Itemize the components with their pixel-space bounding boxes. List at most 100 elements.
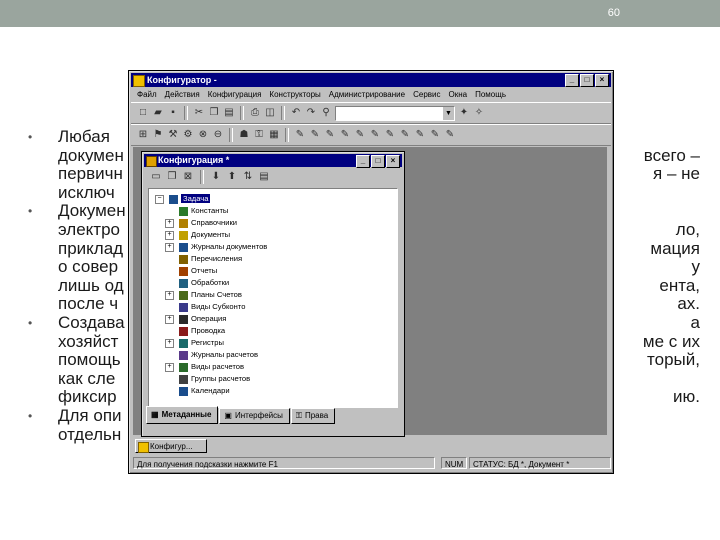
tool-icon-2[interactable]: ✎ <box>309 129 321 141</box>
tree-expand-toggle[interactable]: − <box>155 195 164 204</box>
menu-service[interactable]: Сервис <box>413 88 440 101</box>
tree-item[interactable]: Перечисления <box>179 253 242 265</box>
tree-root[interactable]: Задача <box>169 193 211 205</box>
taskbar-configuration-button[interactable]: Конфигур... <box>135 439 207 453</box>
tree-item[interactable]: Журналы расчетов <box>179 349 258 361</box>
status-num: NUM <box>441 457 467 469</box>
tool-icon-3[interactable]: ✎ <box>324 129 336 141</box>
menu-help[interactable]: Помощь <box>475 88 506 101</box>
tool-icon-7[interactable]: ✎ <box>384 129 396 141</box>
tree-node-icon <box>179 254 188 264</box>
tree-node-icon <box>179 290 188 300</box>
move-down-icon[interactable]: ⬇ <box>210 171 222 183</box>
tool-icon-8[interactable]: ✎ <box>399 129 411 141</box>
stop-icon[interactable]: ⊗ <box>197 129 209 141</box>
tree-expand-toggle[interactable]: + <box>165 291 174 300</box>
main-toolbar: □ ▰ ▪ ✂ ❐ ▤ ⎙ ◫ ↶ ↷ ⚲ ▼ ✦ ✧ <box>131 102 611 124</box>
menu-designers[interactable]: Конструкторы <box>269 88 320 101</box>
undo-icon[interactable]: ↶ <box>290 107 302 119</box>
print-icon[interactable]: ⎙ <box>249 107 261 119</box>
tool-icon-5[interactable]: ✎ <box>354 129 366 141</box>
tree-item[interactable]: Виды расчетов <box>179 361 244 373</box>
tree-node-icon <box>179 362 188 372</box>
tree-item[interactable]: Обработки <box>179 277 229 289</box>
move-up-icon[interactable]: ⬆ <box>226 171 238 183</box>
preview-icon[interactable]: ◫ <box>264 107 276 119</box>
open-folder-icon[interactable]: ▰ <box>152 107 164 119</box>
tool-icon-11[interactable]: ✎ <box>444 129 456 141</box>
tree-expand-toggle[interactable]: + <box>165 219 174 228</box>
tab-metadata[interactable]: ▦ Метаданные <box>146 406 219 424</box>
tool-icon-9[interactable]: ✎ <box>414 129 426 141</box>
paste-icon[interactable]: ▤ <box>223 107 235 119</box>
copy-item-icon[interactable]: ❐ <box>166 171 178 183</box>
interface-icon[interactable]: ▦ <box>268 129 280 141</box>
tool-icon-6[interactable]: ✎ <box>369 129 381 141</box>
tab-rights[interactable]: ⚿ Права <box>290 408 336 424</box>
tree-item[interactable]: Виды Субконто <box>179 301 245 313</box>
tree-icon[interactable]: ⊞ <box>137 129 149 141</box>
search-prev-icon[interactable]: ✧ <box>473 107 485 119</box>
tree-item[interactable]: Документы <box>179 229 230 241</box>
tab-interfaces[interactable]: ▣ Интерфейсы <box>219 408 290 424</box>
tree-node-label: Группы расчетов <box>191 374 251 383</box>
search-combobox[interactable]: ▼ <box>335 105 455 121</box>
menu-administration[interactable]: Администрирование <box>329 88 405 101</box>
tree-item[interactable]: Регистры <box>179 337 224 349</box>
tree-expand-toggle[interactable]: + <box>165 339 174 348</box>
delete-item-icon[interactable]: ⊠ <box>182 171 194 183</box>
metadata-tab-icon: ▦ <box>151 410 159 419</box>
tree-item[interactable]: Отчеты <box>179 265 217 277</box>
minimize-button[interactable]: _ <box>565 74 579 87</box>
menu-file[interactable]: Файл <box>137 88 157 101</box>
new-file-icon[interactable]: □ <box>137 107 149 119</box>
maximize-button[interactable]: □ <box>580 74 594 87</box>
tree-item[interactable]: Операция <box>179 313 226 325</box>
properties-icon[interactable]: ▤ <box>258 171 270 183</box>
config-icon[interactable]: ⚑ <box>152 129 164 141</box>
inner-maximize-button[interactable]: □ <box>371 155 385 168</box>
tool-icon-4[interactable]: ✎ <box>339 129 351 141</box>
status-hint: Для получения подсказки нажмите F1 <box>133 457 435 469</box>
module-icon[interactable]: ⚒ <box>167 129 179 141</box>
check-icon[interactable]: ⊖ <box>212 129 224 141</box>
cut-icon[interactable]: ✂ <box>193 107 205 119</box>
tree-item[interactable]: Группы расчетов <box>179 373 250 385</box>
search-next-icon[interactable]: ✦ <box>458 107 470 119</box>
tree-item[interactable]: Справочники <box>179 217 237 229</box>
chevron-down-icon[interactable]: ▼ <box>443 106 454 120</box>
tree-item[interactable]: Журналы документов <box>179 241 267 253</box>
debug-icon[interactable]: ⚙ <box>182 129 194 141</box>
inner-close-button[interactable]: × <box>386 155 400 168</box>
menu-configuration[interactable]: Конфигурация <box>208 88 262 101</box>
window-titlebar[interactable]: Конфигуратор - _ □ × <box>131 73 611 87</box>
find-icon[interactable]: ⚲ <box>320 107 332 119</box>
tree-expand-toggle[interactable]: + <box>165 243 174 252</box>
save-icon[interactable]: ▪ <box>167 107 179 119</box>
tree-expand-toggle[interactable]: + <box>165 315 174 324</box>
tool-icon-1[interactable]: ✎ <box>294 129 306 141</box>
tool-icon-10[interactable]: ✎ <box>429 129 441 141</box>
menu-actions[interactable]: Действия <box>165 88 200 101</box>
users-icon[interactable]: ☗ <box>238 129 250 141</box>
interfaces-tab-icon: ▣ <box>224 411 232 420</box>
tree-expand-toggle[interactable]: + <box>165 231 174 240</box>
tree-node-icon <box>179 350 188 360</box>
redo-icon[interactable]: ↷ <box>305 107 317 119</box>
inner-minimize-button[interactable]: _ <box>356 155 370 168</box>
menu-windows[interactable]: Окна <box>449 88 468 101</box>
copy-icon[interactable]: ❐ <box>208 107 220 119</box>
tree-item[interactable]: Константы <box>179 205 228 217</box>
metadata-tree[interactable]: Задача − Константы Справочники + Документы + Жу… <box>148 188 398 408</box>
tree-item[interactable]: Календари <box>179 385 230 397</box>
sort-icon[interactable]: ⇅ <box>242 171 254 183</box>
configurator-window[interactable]: Конфигуратор - _ □ × Файл Действия Конфи… <box>128 70 614 474</box>
configuration-titlebar[interactable]: Конфигурация * _ □ × <box>144 154 402 168</box>
rights-icon[interactable]: ⚿ <box>253 129 265 141</box>
configuration-window[interactable]: Конфигурация * _ □ × ▭ ❐ ⊠ ⬇ ⬆ ⇅ ▤ Задач… <box>141 151 405 437</box>
tree-item[interactable]: Планы Счетов <box>179 289 242 301</box>
tree-item[interactable]: Проводка <box>179 325 225 337</box>
close-button[interactable]: × <box>595 74 609 87</box>
tree-expand-toggle[interactable]: + <box>165 363 174 372</box>
new-item-icon[interactable]: ▭ <box>150 171 162 183</box>
